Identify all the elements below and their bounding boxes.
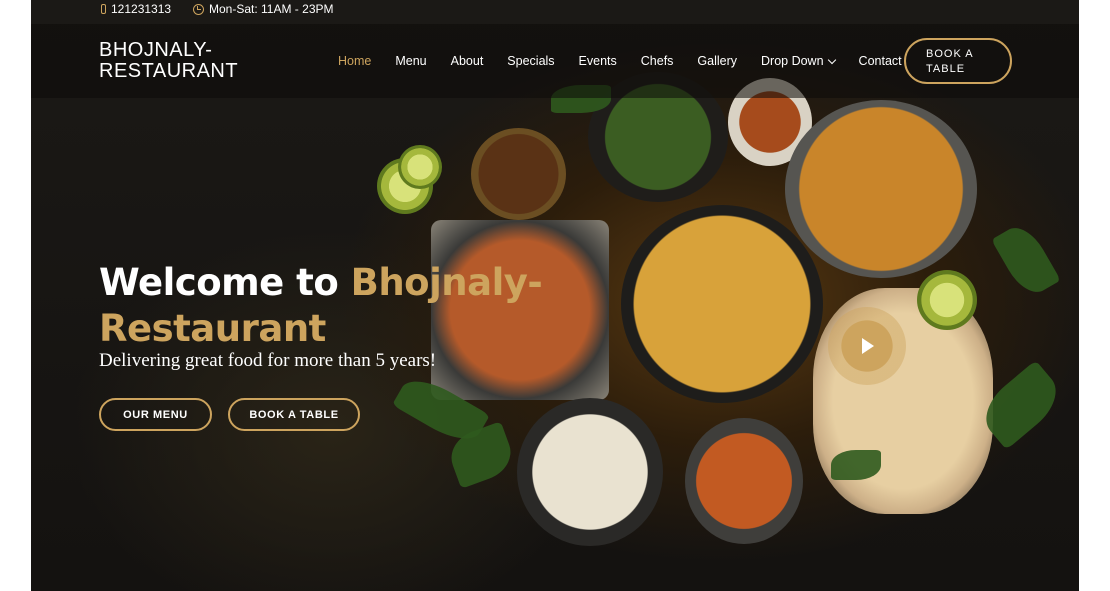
- main-nav: Home Menu About Specials Events Chefs Ga…: [338, 54, 926, 68]
- hero-title: Welcome to Bhojnaly-Restaurant: [99, 260, 619, 352]
- phone-number: 121231313: [111, 2, 172, 16]
- nav-menu[interactable]: Menu: [395, 54, 426, 68]
- clock-icon: [193, 3, 204, 15]
- nav-dropdown-label: Drop Down: [761, 54, 824, 68]
- hero-title-white: Welcome to: [99, 261, 351, 304]
- opening-hours: Mon-Sat: 11AM - 23PM: [209, 2, 334, 16]
- logo-line-1: BHOJNALY-: [99, 39, 213, 61]
- nav-specials[interactable]: Specials: [507, 54, 554, 68]
- site-header: BHOJNALY- RESTAURANT Home Menu About Spe…: [31, 24, 1079, 98]
- nav-contact[interactable]: Contact: [859, 54, 902, 68]
- nav-home[interactable]: Home: [338, 54, 371, 68]
- nav-events[interactable]: Events: [579, 54, 617, 68]
- top-info-bar: 121231313 Mon-Sat: 11AM - 23PM: [31, 0, 1079, 20]
- phone-info: 121231313: [101, 2, 171, 16]
- book-table-label-line-2: TABLE: [926, 63, 966, 75]
- hours-info: Mon-Sat: 11AM - 23PM: [193, 2, 334, 16]
- hero-subtitle: Delivering great food for more than 5 ye…: [99, 350, 437, 371]
- nav-about[interactable]: About: [451, 54, 484, 68]
- nav-gallery[interactable]: Gallery: [697, 54, 737, 68]
- nav-chefs[interactable]: Chefs: [641, 54, 674, 68]
- phone-icon: [101, 4, 106, 14]
- book-table-button[interactable]: BOOK A TABLE: [228, 398, 360, 431]
- play-video-button[interactable]: [828, 307, 906, 385]
- logo-line-2: RESTAURANT: [99, 60, 239, 82]
- our-menu-button[interactable]: OUR MENU: [99, 398, 212, 431]
- book-table-label-line-1: BOOK A: [926, 48, 974, 60]
- nav-dropdown[interactable]: Drop Down: [761, 54, 836, 68]
- hero-section: 121231313 Mon-Sat: 11AM - 23PM BHOJNALY-…: [31, 0, 1079, 591]
- site-logo[interactable]: BHOJNALY- RESTAURANT: [99, 40, 269, 82]
- book-table-header-button[interactable]: BOOK A TABLE: [904, 38, 1012, 84]
- chevron-down-icon: [827, 55, 836, 64]
